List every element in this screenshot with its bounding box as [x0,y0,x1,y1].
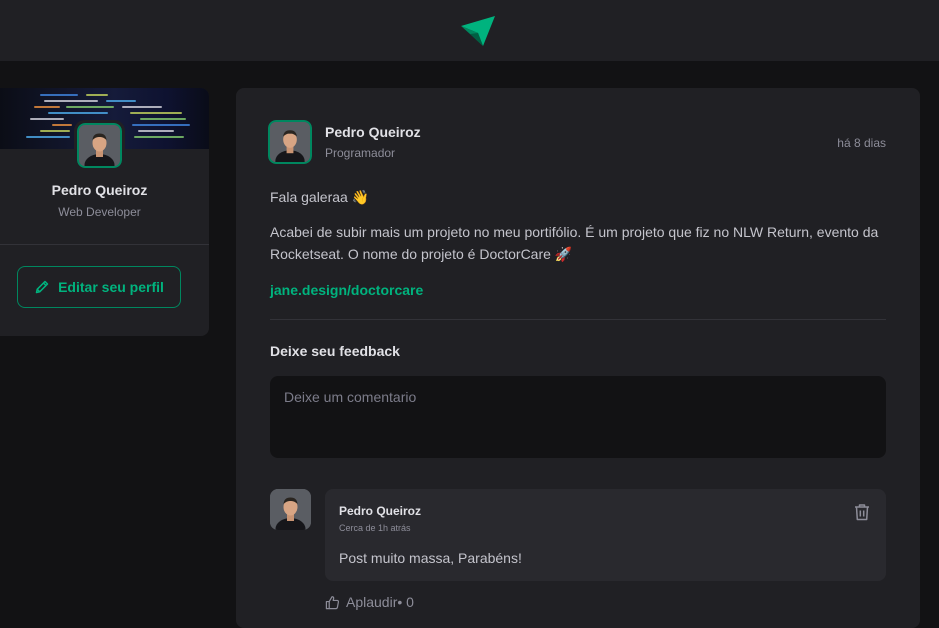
avatar-photo [79,125,120,166]
avatar-photo [270,489,311,530]
post-content: Fala galeraa 👋 Acabei de subir mais um p… [270,186,890,301]
post-divider [270,319,886,320]
comment-text: Post muito massa, Parabéns! [339,550,522,566]
profile-avatar[interactable] [74,120,125,171]
ignite-feed-logo[interactable] [460,15,495,46]
edit-profile-button[interactable]: Editar seu perfil [17,266,181,308]
edit-profile-label: Editar seu perfil [58,279,164,295]
comment-author-avatar[interactable] [270,489,311,530]
post-author-name: Pedro Queiroz [325,124,421,140]
applaud-button[interactable]: Aplaudir • 0 [325,594,414,610]
avatar-photo [270,122,310,162]
sidebar-divider [0,244,209,245]
post-greeting: Fala galeraa 👋 [270,189,370,205]
post-link[interactable]: jane.design/doctorcare [270,279,423,301]
trash-icon[interactable] [852,502,872,522]
comment-timestamp: Cerca de 1h atrás [339,523,411,533]
comment-box: Pedro Queiroz Cerca de 1h atrás Post mui… [325,489,886,581]
thumbs-up-icon [325,595,340,609]
comment-author-name: Pedro Queiroz [339,504,422,518]
profile-name: Pedro Queiroz [51,182,148,198]
profile-role: Web Developer [58,205,141,219]
post-card: Pedro Queiroz Programador há 8 dias Fala… [236,88,920,628]
pencil-icon [35,280,49,294]
applaud-count: • 0 [397,594,414,610]
profile-sidebar: Pedro Queiroz Web Developer Editar seu p… [0,88,209,336]
feedback-title: Deixe seu feedback [270,343,400,359]
post-timestamp: há 8 dias [837,136,886,150]
applaud-label: Aplaudir [346,594,398,610]
app-header [0,0,939,61]
post-body: Acabei de subir mais um projeto no meu p… [270,224,879,262]
comment-textarea[interactable] [270,376,886,458]
post-author-role: Programador [325,146,396,160]
post-author-avatar[interactable] [265,117,315,167]
